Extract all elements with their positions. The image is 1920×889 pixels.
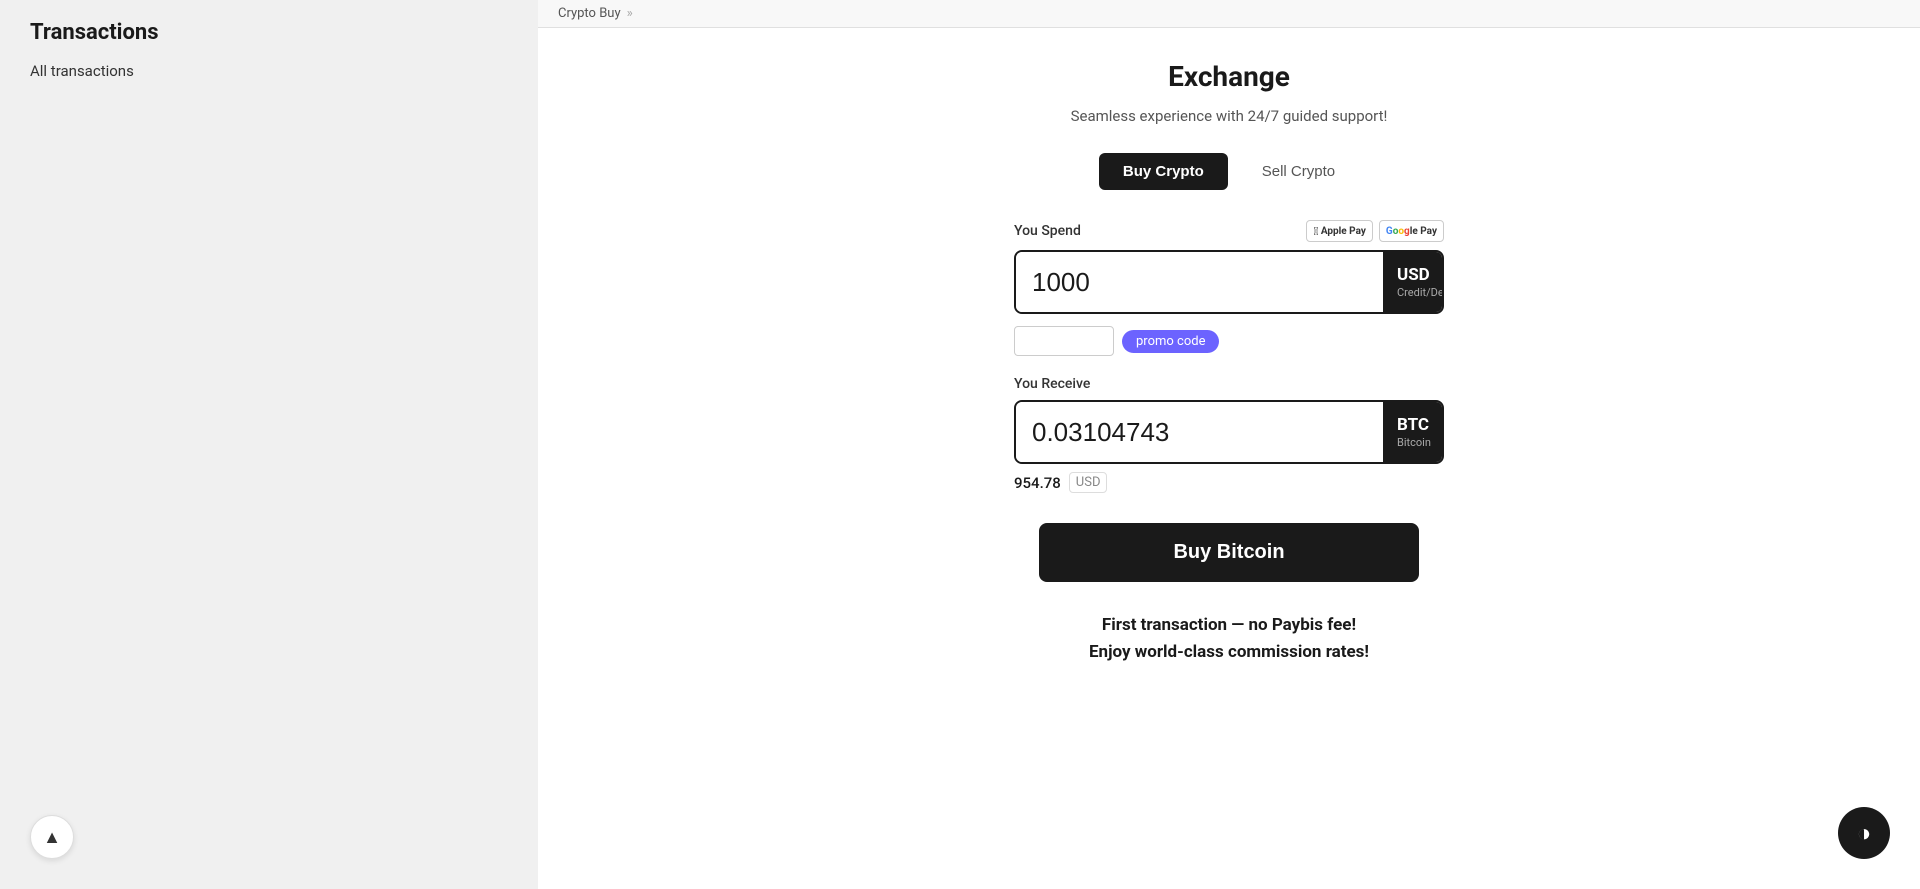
exchange-form: You Spend  Apple Pay Google Pay USD Cre… [1014, 220, 1444, 666]
breadcrumb: Crypto Buy » [538, 0, 1920, 28]
rate-currency: USD [1069, 472, 1108, 493]
receive-section: You Receive BTC Bitcoin ▾ 954.78 USD [1014, 376, 1444, 493]
spend-field-header: You Spend  Apple Pay Google Pay [1014, 220, 1444, 242]
promo-row: promo code [1014, 326, 1444, 356]
buy-sell-toggle: Buy Crypto Sell Crypto [1099, 153, 1359, 190]
receive-input-group: BTC Bitcoin ▾ [1014, 400, 1444, 464]
exchange-subtitle: Seamless experience with 24/7 guided sup… [1071, 107, 1388, 125]
conversion-rate: 954.78 USD [1014, 472, 1444, 493]
breadcrumb-separator: » [627, 6, 633, 21]
apple-pay-icon:  Apple Pay [1306, 220, 1372, 242]
buy-crypto-button[interactable]: Buy Crypto [1099, 153, 1228, 190]
spend-input-group: USD Credit/Debit Card ▾ [1014, 250, 1444, 314]
sell-crypto-button[interactable]: Sell Crypto [1238, 153, 1359, 190]
theme-toggle-button[interactable]: ◑ [1838, 807, 1890, 859]
buy-bitcoin-button[interactable]: Buy Bitcoin [1039, 523, 1419, 582]
receive-label: You Receive [1014, 376, 1090, 392]
exchange-title: Exchange [1168, 60, 1290, 93]
spend-label: You Spend [1014, 223, 1081, 239]
breadcrumb-crypto-buy: Crypto Buy [558, 6, 621, 21]
currency-selector[interactable]: USD Credit/Debit Card ▾ [1383, 252, 1444, 312]
rate-value: 954.78 [1014, 474, 1061, 492]
sidebar-link-all-transactions[interactable]: All transactions [30, 62, 134, 80]
btc-selector[interactable]: BTC Bitcoin ▾ [1383, 402, 1444, 462]
main-content: Crypto Buy » Exchange Seamless experienc… [538, 0, 1920, 889]
btc-code: BTC [1397, 415, 1431, 435]
theme-icon: ◑ [1857, 819, 1872, 848]
promo-text-line2: Enjoy world-class commission rates! [1014, 639, 1444, 666]
receive-field-header: You Receive [1014, 376, 1444, 392]
scroll-up-button[interactable]: ▲ [30, 815, 74, 859]
btc-name: Bitcoin [1397, 436, 1431, 449]
scroll-up-icon: ▲ [43, 827, 61, 848]
receive-amount-input[interactable] [1016, 402, 1383, 462]
promo-text: First transaction — no Paybis fee! Enjoy… [1014, 612, 1444, 666]
google-pay-icon: Google Pay [1379, 220, 1444, 242]
promo-input[interactable] [1014, 326, 1114, 356]
payment-icons:  Apple Pay Google Pay [1306, 220, 1444, 242]
sidebar-title: Transactions [30, 20, 508, 45]
spend-amount-input[interactable] [1016, 252, 1383, 312]
promo-badge[interactable]: promo code [1122, 330, 1219, 353]
currency-subtext: Credit/Debit Card [1397, 286, 1444, 299]
sidebar: Transactions All transactions [0, 0, 538, 889]
promo-text-line1: First transaction — no Paybis fee! [1014, 612, 1444, 639]
currency-code: USD [1397, 265, 1444, 285]
